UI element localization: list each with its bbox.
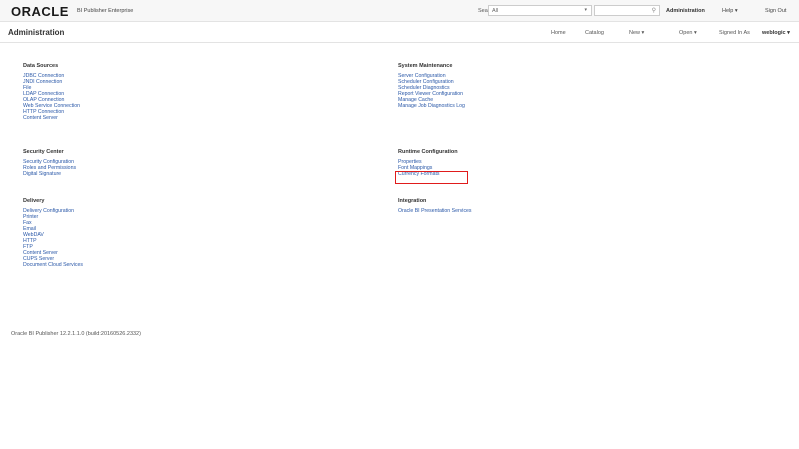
section-title: Runtime Configuration xyxy=(398,149,458,155)
catalog-link[interactable]: Catalog xyxy=(585,30,604,36)
chevron-down-icon: ▾ xyxy=(694,30,697,36)
section-title: Delivery xyxy=(23,198,45,204)
open-label: Open xyxy=(679,30,693,36)
chevron-down-icon: ▾ xyxy=(734,8,738,14)
document-cloud-services-link[interactable]: Document Cloud Services xyxy=(23,262,83,268)
sign-out-link[interactable]: Sign Out xyxy=(765,8,786,14)
chevron-down-icon: ▾ xyxy=(584,7,587,13)
help-label: Help xyxy=(722,8,734,14)
search-scope-value: All xyxy=(492,8,499,14)
administration-link[interactable]: Administration xyxy=(666,8,705,14)
manage-job-diagnostics-log-link[interactable]: Manage Job Diagnostics Log xyxy=(398,103,465,109)
digital-signature-link[interactable]: Digital Signature xyxy=(23,171,76,177)
integration-section: Integration Oracle BI Presentation Servi… xyxy=(398,198,472,214)
help-menu[interactable]: Help ▾ xyxy=(722,8,738,14)
new-label: New xyxy=(629,30,641,36)
section-title: Security Center xyxy=(23,149,64,155)
chevron-down-icon: ▾ xyxy=(787,30,790,36)
page-title: Administration xyxy=(8,28,65,37)
product-name: BI Publisher Enterprise xyxy=(77,8,134,14)
data-sources-section: Data Sources JDBC Connection JNDI Connec… xyxy=(23,63,80,121)
search-scope-select[interactable]: All ▾ xyxy=(488,5,592,16)
section-title: Data Sources xyxy=(23,63,59,69)
version-info: Oracle BI Publisher 12.2.1.1.0 (build:20… xyxy=(11,331,141,337)
search-input[interactable]: ⚲ xyxy=(594,5,660,16)
section-title: Integration xyxy=(398,198,427,204)
search-icon[interactable]: ⚲ xyxy=(652,7,656,14)
delivery-section: Delivery Delivery Configuration Printer … xyxy=(23,198,83,268)
page-header: Administration Home Catalog New ▾ Open ▾… xyxy=(0,23,799,43)
section-title: System Maintenance xyxy=(398,63,453,69)
currency-formats-highlight-box xyxy=(395,171,468,184)
home-link[interactable]: Home xyxy=(551,30,566,36)
signed-in-as-label: Signed In As xyxy=(719,30,750,36)
security-center-section: Security Center Security Configuration R… xyxy=(23,149,76,177)
oracle-bi-presentation-services-link[interactable]: Oracle BI Presentation Services xyxy=(398,208,472,214)
system-maintenance-section: System Maintenance Server Configuration … xyxy=(398,63,465,109)
chevron-down-icon: ▾ xyxy=(641,30,645,36)
global-header: ORACLE BI Publisher Enterprise Search Al… xyxy=(0,0,799,22)
content-server-link[interactable]: Content Server xyxy=(23,115,80,121)
open-menu[interactable]: Open ▾ xyxy=(679,30,697,36)
user-menu[interactable]: weblogic ▾ xyxy=(762,30,790,36)
user-name: weblogic xyxy=(762,30,786,36)
oracle-logo: ORACLE xyxy=(11,4,69,19)
new-menu[interactable]: New ▾ xyxy=(629,30,644,36)
